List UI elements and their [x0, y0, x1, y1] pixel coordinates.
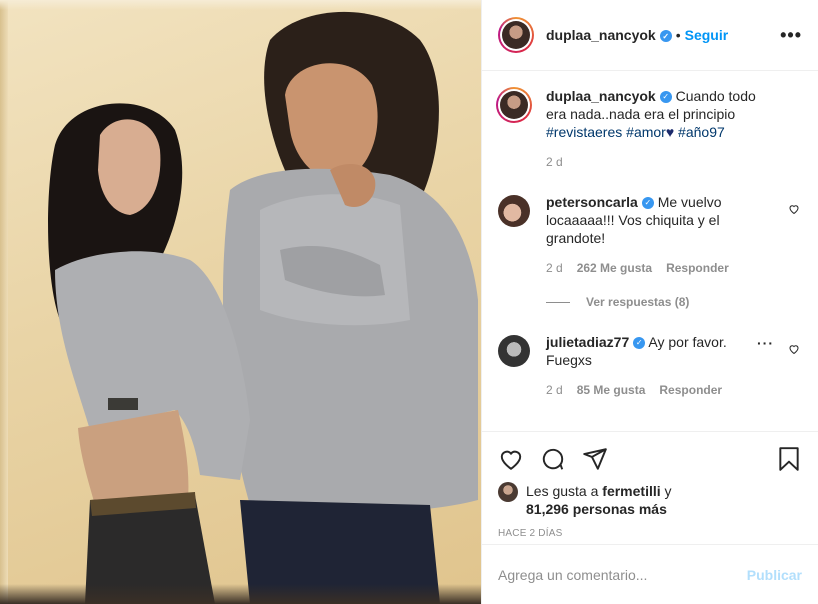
- comment-item: petersoncarla ✓ Me vuelvo locaaaaa!!! Vos…: [498, 193, 802, 277]
- hashtag-link[interactable]: #revistaeres: [546, 124, 622, 140]
- reply-button[interactable]: Responder: [666, 259, 729, 277]
- post-date[interactable]: HACE 2 DÍAS: [498, 528, 802, 539]
- caption-username[interactable]: duplaa_nancyok: [546, 88, 656, 104]
- post-photo[interactable]: [0, 0, 481, 604]
- hashtag-link[interactable]: #año97: [678, 124, 725, 140]
- likes-count-link[interactable]: 81,296 personas más: [526, 501, 667, 517]
- liker-username[interactable]: fermetilli: [602, 483, 660, 499]
- post-actions: Les gusta a fermetilli y 81,296 personas…: [482, 431, 818, 539]
- likes-conjunction: y: [664, 483, 672, 499]
- share-send-icon[interactable]: [582, 446, 608, 472]
- view-replies-label: Ver respuestas (8): [586, 295, 690, 309]
- likes-summary: Les gusta a fermetilli y 81,296 personas…: [498, 482, 802, 518]
- more-options-icon[interactable]: •••: [780, 25, 802, 46]
- caption: duplaa_nancyok ✓ Cuando todo era nada..na…: [496, 87, 802, 171]
- like-comment-heart-icon[interactable]: [788, 203, 800, 215]
- save-bookmark-icon[interactable]: [776, 446, 802, 472]
- view-replies-button[interactable]: Ver respuestas (8): [546, 295, 802, 309]
- like-comment-heart-icon[interactable]: [788, 343, 800, 355]
- add-comment-bar: Agrega un comentario... Publicar: [482, 544, 818, 604]
- comment-time[interactable]: 2 d: [546, 381, 563, 399]
- comment-options-icon[interactable]: ···: [757, 335, 774, 351]
- comment-input[interactable]: Agrega un comentario...: [498, 567, 747, 583]
- like-heart-icon[interactable]: [498, 446, 524, 472]
- commenter-avatar[interactable]: [498, 335, 530, 367]
- verified-icon: ✓: [659, 91, 672, 104]
- caption-avatar[interactable]: [496, 87, 532, 123]
- commenter-username[interactable]: petersoncarla: [546, 194, 638, 210]
- liker-avatar[interactable]: [498, 482, 518, 502]
- reply-button[interactable]: Responder: [659, 381, 722, 399]
- photo-bottom-shadow: [0, 584, 481, 604]
- header-separator: •: [675, 27, 681, 43]
- likes-prefix: Les gusta a: [526, 483, 599, 499]
- replies-divider: [546, 301, 570, 303]
- scroll-fade: [482, 421, 818, 431]
- commenter-username[interactable]: julietadiaz77: [546, 334, 629, 350]
- action-icons: [498, 440, 802, 478]
- commenter-avatar[interactable]: [498, 195, 530, 227]
- comment-time[interactable]: 2 d: [546, 259, 563, 277]
- author-avatar[interactable]: [498, 17, 534, 53]
- hashtag-link[interactable]: #amor: [626, 124, 666, 140]
- comment-likes[interactable]: 85 Me gusta: [577, 381, 646, 399]
- photo-illustration: [48, 11, 478, 604]
- publish-button[interactable]: Publicar: [747, 567, 802, 583]
- verified-icon: ✓: [633, 337, 646, 350]
- verified-icon: ✓: [659, 30, 672, 43]
- comment-likes[interactable]: 262 Me gusta: [577, 259, 652, 277]
- comments-list: duplaa_nancyok ✓ Cuando todo era nada..na…: [482, 71, 818, 431]
- heart-emoji-icon: ♥: [665, 124, 675, 140]
- verified-icon: ✓: [641, 197, 654, 210]
- caption-time[interactable]: 2 d: [546, 153, 563, 171]
- post-header: duplaa_nancyok ✓ • Seguir •••: [482, 0, 818, 71]
- comment-bubble-icon[interactable]: [540, 446, 566, 472]
- follow-button[interactable]: Seguir: [685, 27, 729, 43]
- instagram-post: duplaa_nancyok ✓ • Seguir ••• duplaa_nanc…: [0, 0, 818, 604]
- author-username[interactable]: duplaa_nancyok ✓: [546, 27, 672, 43]
- post-sidebar: duplaa_nancyok ✓ • Seguir ••• duplaa_nanc…: [481, 0, 818, 604]
- comment-item: julietadiaz77 ✓ Ay por favor. Fuegxs 2 d …: [498, 333, 802, 399]
